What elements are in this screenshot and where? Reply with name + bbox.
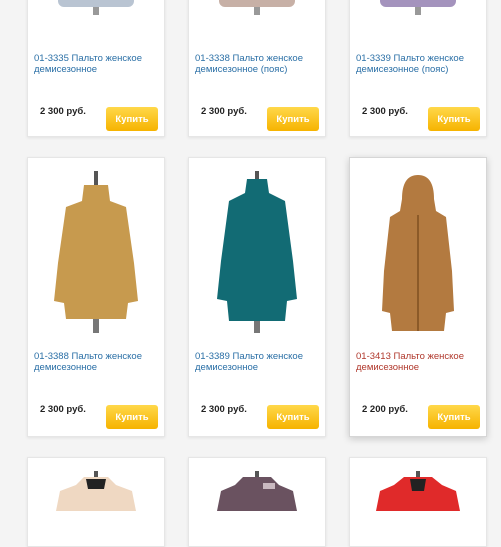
product-image[interactable] — [40, 0, 152, 41]
product-image[interactable] — [201, 171, 313, 336]
product-title[interactable]: 01-3339 Пальто женское демисезонное (поя… — [356, 53, 480, 75]
product-card[interactable]: 01-3335 Пальто женское демисезонное 2 30… — [27, 0, 165, 137]
product-title[interactable]: 01-3413 Пальто женское демисезонное — [356, 351, 480, 373]
product-image[interactable] — [201, 471, 313, 511]
product-image[interactable] — [201, 0, 313, 41]
product-price: 2 300 руб. — [201, 106, 247, 117]
product-card[interactable] — [188, 457, 326, 547]
product-price: 2 300 руб. — [201, 404, 247, 415]
product-card[interactable]: 01-3388 Пальто женское демисезонное 2 30… — [27, 157, 165, 437]
buy-button[interactable]: Купить — [106, 405, 158, 429]
buy-button[interactable]: Купить — [428, 107, 480, 131]
product-title[interactable]: 01-3335 Пальто женское демисезонное — [34, 53, 158, 75]
product-card[interactable]: 01-3338 Пальто женское демисезонное (поя… — [188, 0, 326, 137]
product-price: 2 300 руб. — [362, 106, 408, 117]
product-title[interactable]: 01-3389 Пальто женское демисезонное — [195, 351, 319, 373]
buy-button[interactable]: Купить — [428, 405, 480, 429]
product-card[interactable]: 01-3389 Пальто женское демисезонное 2 30… — [188, 157, 326, 437]
product-image[interactable] — [362, 471, 474, 511]
product-card[interactable]: 01-3339 Пальто женское демисезонное (поя… — [349, 0, 487, 137]
product-image[interactable] — [362, 0, 474, 41]
buy-button[interactable]: Купить — [267, 107, 319, 131]
product-image[interactable] — [362, 171, 474, 336]
product-price: 2 300 руб. — [40, 106, 86, 117]
product-image[interactable] — [40, 171, 152, 336]
product-title[interactable]: 01-3388 Пальто женское демисезонное — [34, 351, 158, 373]
product-card[interactable] — [349, 457, 487, 547]
product-title[interactable]: 01-3338 Пальто женское демисезонное (поя… — [195, 53, 319, 75]
buy-button[interactable]: Купить — [106, 107, 158, 131]
product-image[interactable] — [40, 471, 152, 511]
product-price: 2 200 руб. — [362, 404, 408, 415]
product-price: 2 300 руб. — [40, 404, 86, 415]
product-card[interactable]: 01-3413 Пальто женское демисезонное 2 20… — [349, 157, 487, 437]
product-card[interactable] — [27, 457, 165, 547]
buy-button[interactable]: Купить — [267, 405, 319, 429]
